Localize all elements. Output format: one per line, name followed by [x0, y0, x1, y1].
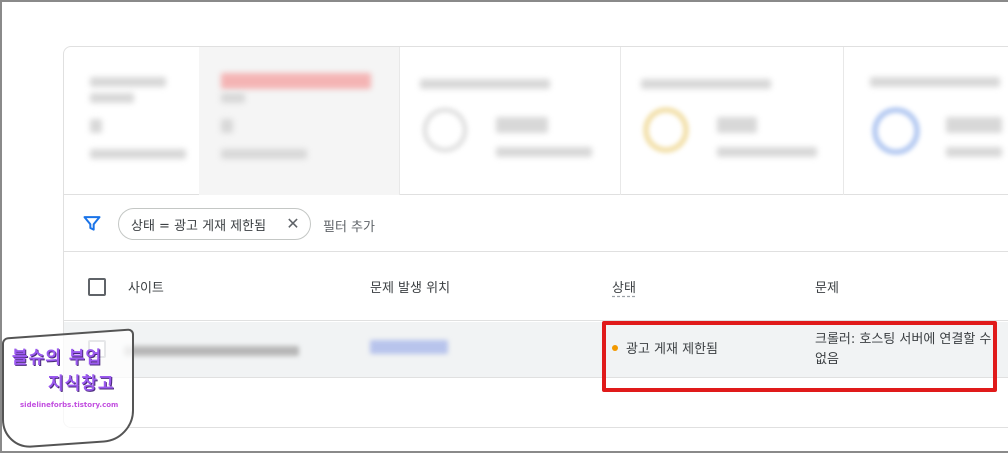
- column-header-site[interactable]: 사이트: [128, 277, 164, 296]
- location-link-redacted[interactable]: [370, 340, 448, 354]
- table-header: 사이트 문제 발생 위치 상태 문제: [64, 253, 1008, 321]
- summary-tile-selected[interactable]: [199, 47, 399, 195]
- summary-tile[interactable]: [844, 47, 1008, 195]
- filter-bar: 상태 = 광고 게재 제한됨 ✕ 필터 추가: [64, 196, 1008, 252]
- table-row[interactable]: 광고 게재 제한됨 크롤러: 호스팅 서버에 연결할 수 없음: [64, 322, 1008, 378]
- column-header-status[interactable]: 상태: [612, 277, 636, 296]
- issue-text[interactable]: 크롤러: 호스팅 서버에 연결할 수 없음: [815, 330, 995, 370]
- watermark-subtitle: 지식창고: [48, 374, 115, 394]
- watermark-url: sidelineforbs.tistory.com: [20, 401, 119, 409]
- column-header-location[interactable]: 문제 발생 위치: [370, 277, 450, 296]
- filter-chip-label: 상태 = 광고 게재 제한됨: [131, 218, 267, 234]
- watermark-logo: 블슈의 부업 지식창고 sidelineforbs.tistory.com: [0, 325, 140, 453]
- watermark-title: 블슈의 부업: [12, 348, 103, 368]
- add-filter-button[interactable]: 필터 추가: [323, 216, 375, 235]
- summary-tile[interactable]: [400, 47, 620, 195]
- filter-chip-status[interactable]: 상태 = 광고 게재 제한됨 ✕: [118, 208, 311, 240]
- close-icon[interactable]: ✕: [284, 215, 302, 233]
- summary-tile[interactable]: [621, 47, 841, 195]
- site-value-redacted: [124, 346, 299, 356]
- summary-tile[interactable]: [64, 47, 198, 195]
- report-card: 상태 = 광고 게재 제한됨 ✕ 필터 추가 사이트 문제 발생 위치 상태 문…: [63, 46, 1008, 428]
- summary-tiles: [64, 47, 1008, 195]
- funnel-icon[interactable]: [82, 213, 102, 233]
- column-header-issue[interactable]: 문제: [815, 277, 839, 296]
- status-text: 광고 게재 제한됨: [626, 342, 718, 357]
- warning-dot-icon: [612, 344, 618, 351]
- select-all-checkbox[interactable]: [88, 278, 106, 296]
- status-cell: 광고 게재 제한됨: [612, 338, 718, 357]
